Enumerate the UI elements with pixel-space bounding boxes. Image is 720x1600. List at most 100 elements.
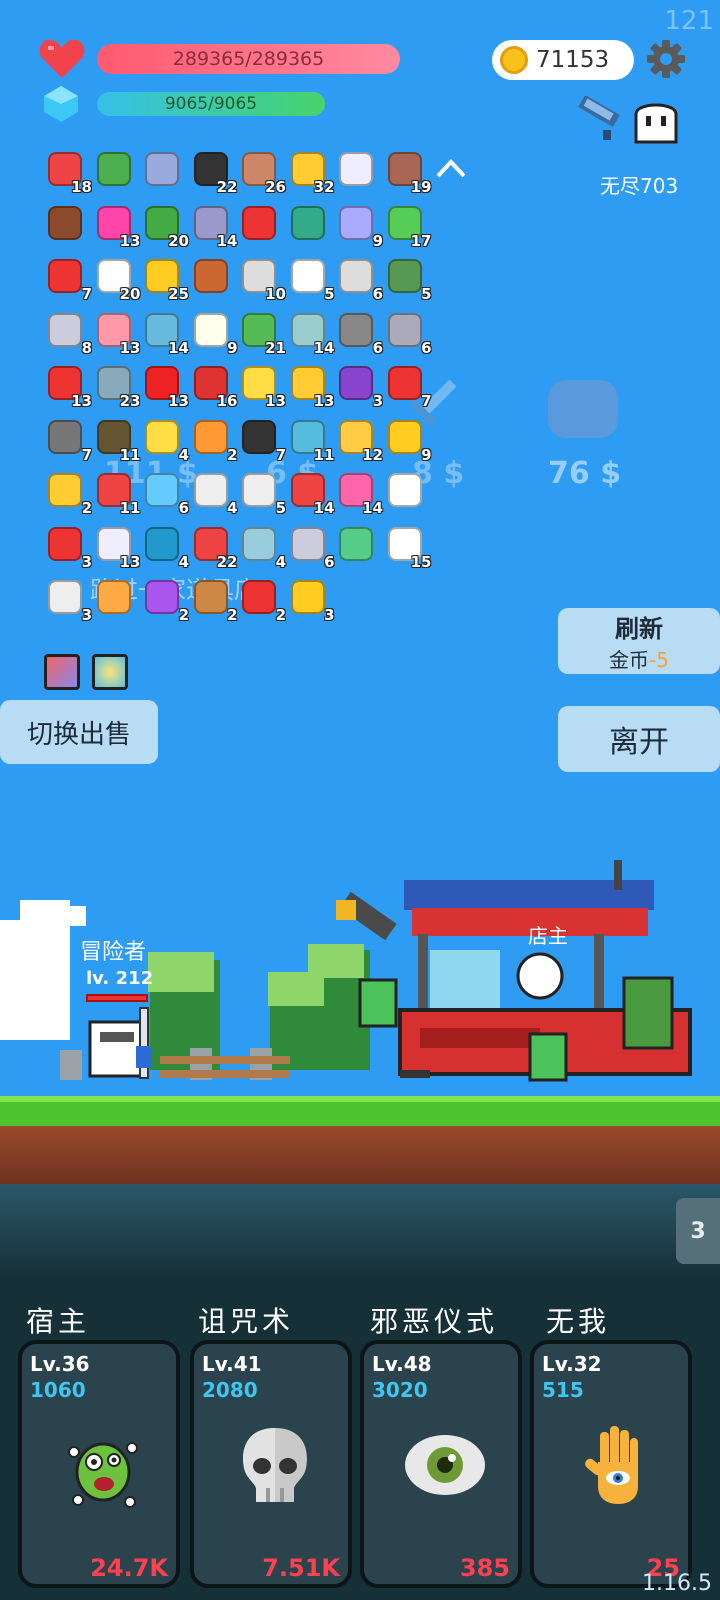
inventory-slot[interactable]: 25 [141,255,189,303]
inventory-slot[interactable]: 6 [384,309,432,357]
inventory-slot[interactable]: 5 [384,255,432,303]
refresh-button[interactable]: 刷新 金币-5 [558,608,720,674]
inventory-slot[interactable]: 14 [287,469,335,517]
cloud-icon [193,473,228,507]
inventory-slot[interactable]: 7 [44,255,92,303]
inventory-slot[interactable] [384,469,428,513]
inventory-slot[interactable] [44,202,88,246]
inventory-slot[interactable]: 9 [190,309,238,357]
item-count: 3 [372,392,383,410]
inventory-slot[interactable]: 2 [44,469,92,517]
inventory-slot[interactable]: 22 [190,148,238,196]
item-count: 7 [275,445,286,464]
inventory-slot[interactable]: 7 [44,416,92,464]
inventory-slot[interactable]: 20 [141,202,189,250]
skill-level: Lv.32 [542,1352,602,1376]
inventory-slot[interactable]: 13 [93,523,141,571]
inventory-slot[interactable]: 7 [238,416,286,464]
inventory-slot[interactable]: 9 [335,202,383,250]
inventory-slot[interactable]: 2 [238,576,286,624]
inventory-slot[interactable]: 13 [141,362,189,410]
chevron-up-icon[interactable] [434,156,468,180]
inventory-slot[interactable] [238,202,282,246]
leave-button[interactable]: 离开 [558,706,720,772]
inventory-slot[interactable]: 16 [190,362,238,410]
inventory-slot[interactable]: 14 [287,309,335,357]
inventory-slot[interactable]: 14 [190,202,238,250]
inventory-slot[interactable]: 11 [287,416,335,464]
inventory-slot[interactable] [93,576,137,620]
inventory-slot[interactable]: 3 [287,576,335,624]
inventory-slot[interactable]: 3 [44,576,92,624]
magic-wand-icon [48,473,82,507]
inventory-slot[interactable]: 14 [141,309,189,357]
inventory-slot[interactable]: 2 [190,576,238,624]
item-count: 5 [324,285,335,303]
inventory-slot[interactable]: 2 [141,576,189,624]
ghost-icon[interactable] [630,96,682,148]
adventurer-level: lv. 212 [86,968,154,989]
inventory-slot[interactable]: 6 [287,523,335,571]
inventory-slot[interactable]: 22 [190,523,238,571]
item-count: 4 [178,445,189,464]
hp-bar: 289365/289365 [97,44,400,74]
skill-level: Lv.41 [202,1352,262,1376]
inventory-slot[interactable]: 4 [141,523,189,571]
skill-card-evil-ritual[interactable]: Lv.48 3020 385 [360,1340,522,1588]
inventory-slot[interactable]: 14 [335,469,383,517]
inventory-slot[interactable]: 10 [238,255,286,303]
inventory-slot[interactable] [190,255,234,299]
inventory-slot[interactable]: 12 [335,416,383,464]
inventory-slot[interactable]: 20 [93,255,141,303]
inventory-slot[interactable]: 3 [335,362,383,410]
inventory-slot[interactable]: 32 [287,148,335,196]
gear-icon[interactable] [647,40,685,78]
tent-icon [290,205,325,240]
inventory-slot[interactable]: 8 [44,309,92,357]
page-tab-button[interactable]: 3 [676,1198,720,1264]
skill-card-host[interactable]: Lv.36 1060 24.7K [18,1340,180,1588]
inventory-slot[interactable]: 13 [93,309,141,357]
inventory-slot[interactable]: 15 [384,523,432,571]
equip-slot-1[interactable] [44,654,80,690]
item-count: 26 [265,178,286,196]
inventory-slot[interactable]: 26 [238,148,286,196]
inventory-slot[interactable]: 17 [384,202,432,250]
inventory-slot[interactable]: 13 [93,202,141,250]
inventory-slot[interactable] [335,148,379,192]
inventory-slot[interactable]: 4 [238,523,286,571]
inventory-slot[interactable]: 5 [287,255,335,303]
switch-sell-button[interactable]: 切换出售 [0,700,158,764]
equip-slot-2[interactable] [92,654,128,690]
shop-meat-icon[interactable] [548,380,618,438]
inventory-slot[interactable] [335,523,379,567]
purple-box-icon [339,366,373,400]
inventory-slot[interactable]: 7 [384,362,432,410]
inventory-slot[interactable]: 2 [190,416,238,464]
item-count: 14 [168,338,189,357]
inventory-slot[interactable]: 21 [238,309,286,357]
inventory-slot[interactable]: 13 [44,362,92,410]
inventory-slot[interactable] [93,148,137,192]
axe-icon [387,312,422,347]
inventory-slot[interactable]: 6 [335,309,383,357]
inventory-slot[interactable]: 5 [238,469,286,517]
inventory-slot[interactable]: 23 [93,362,141,410]
inventory-slot[interactable] [141,148,185,192]
inventory-slot[interactable]: 6 [141,469,189,517]
inventory-slot[interactable]: 6 [335,255,383,303]
inventory-slot[interactable]: 9 [384,416,432,464]
inventory-slot[interactable]: 4 [141,416,189,464]
skill-card-selfless[interactable]: Lv.32 515 25 [530,1340,692,1588]
inventory-slot[interactable]: 11 [93,469,141,517]
inventory-slot[interactable]: 13 [287,362,335,410]
inventory-slot[interactable]: 18 [44,148,92,196]
item-count: 14 [313,338,335,357]
inventory-slot[interactable]: 4 [190,469,238,517]
inventory-slot[interactable]: 19 [384,148,432,196]
inventory-slot[interactable] [287,202,331,246]
inventory-slot[interactable]: 13 [238,362,286,410]
inventory-slot[interactable]: 11 [93,416,141,464]
inventory-slot[interactable]: 3 [44,523,92,571]
skill-card-curse[interactable]: Lv.41 2080 7.51K [190,1340,352,1588]
